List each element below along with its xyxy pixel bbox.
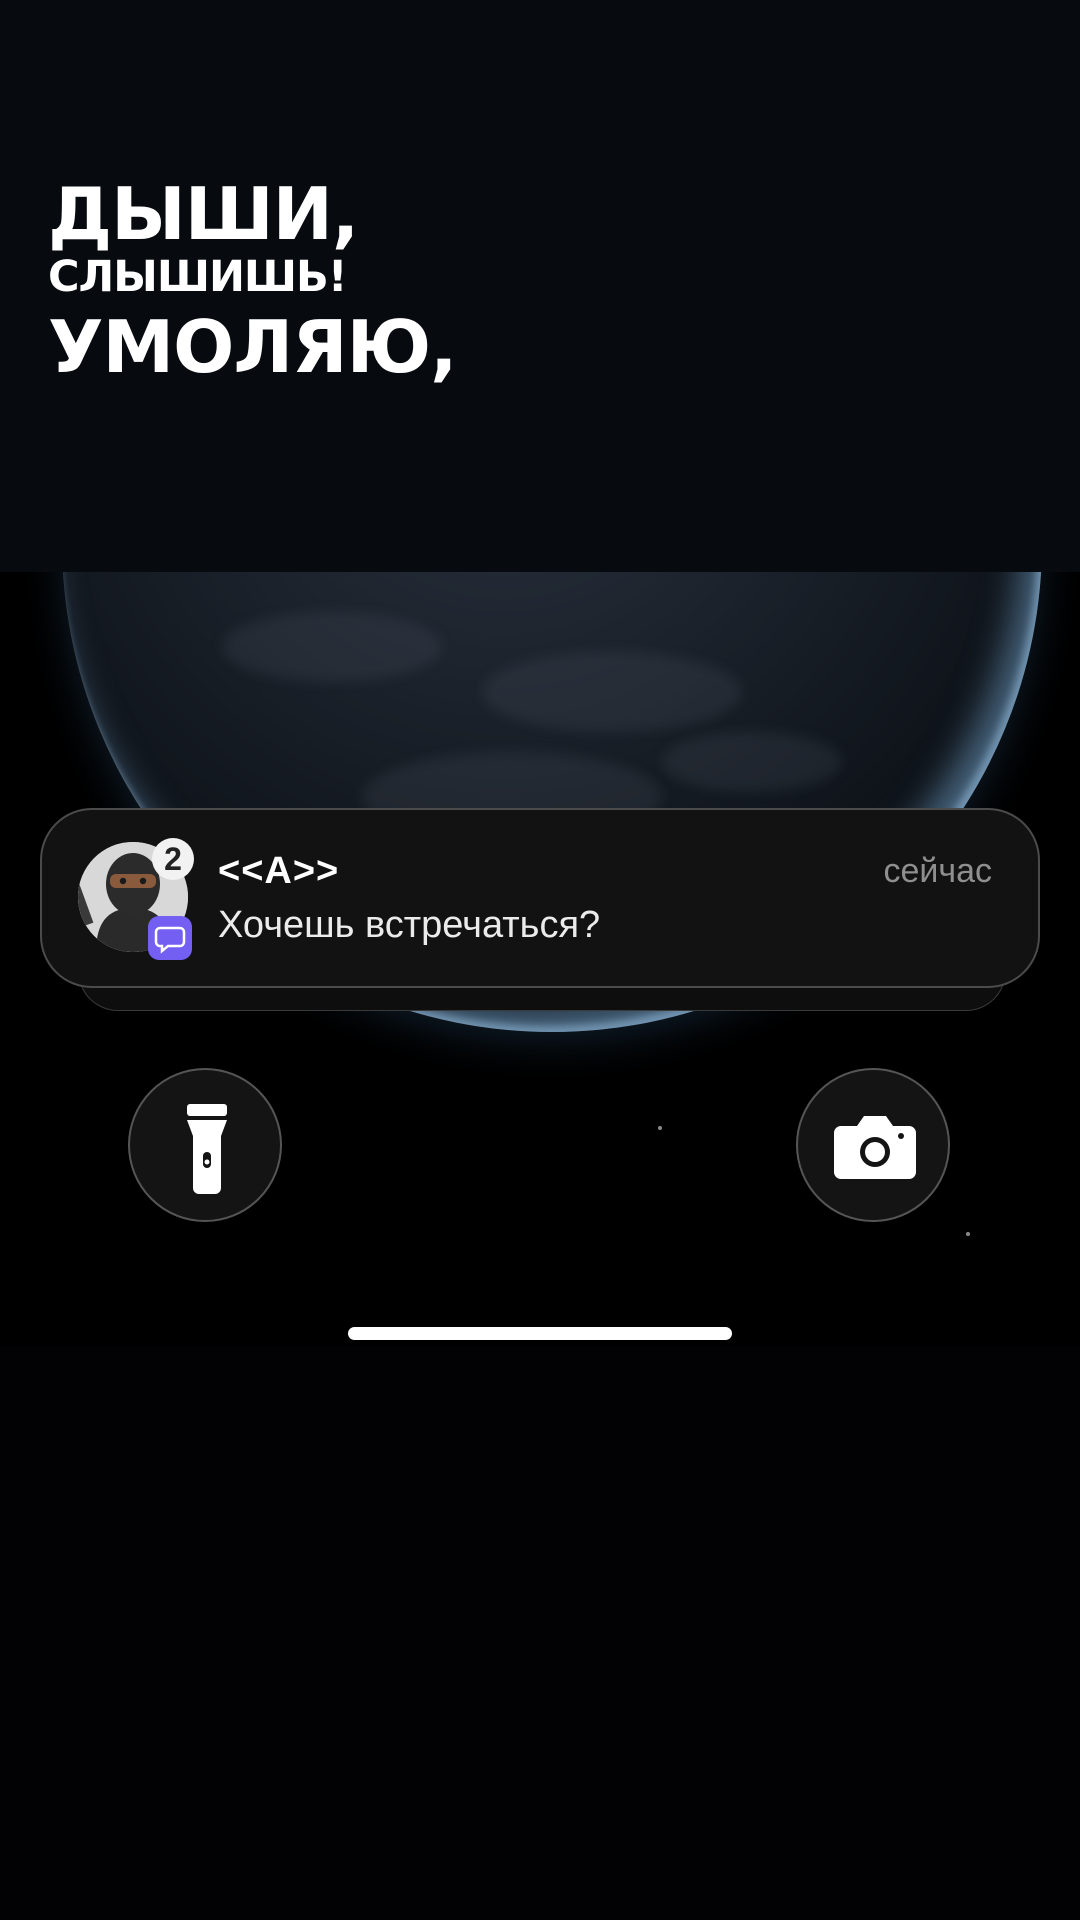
camera-icon bbox=[834, 1116, 916, 1179]
headline-line-3: УМОЛЯЮ, bbox=[48, 305, 457, 389]
bottom-blank-area bbox=[0, 1346, 1080, 1920]
notification-card[interactable]: 2 <<A>> сейчас Хочешь встречаться? bbox=[40, 808, 1040, 988]
flashlight-button[interactable] bbox=[128, 1068, 282, 1222]
notification-time: сейчас bbox=[883, 852, 992, 890]
home-indicator[interactable] bbox=[348, 1327, 732, 1340]
notification-message: Хочешь встречаться? bbox=[218, 904, 601, 946]
unread-count-badge: 2 bbox=[152, 838, 194, 880]
notification-sender: <<A>> bbox=[218, 850, 340, 892]
flashlight-icon bbox=[187, 1104, 227, 1194]
headline-text: ДЫШИ, СЛЫШИШЬ! УМОЛЯЮ, bbox=[48, 172, 457, 389]
caption-panel: ДЫШИ, СЛЫШИШЬ! УМОЛЯЮ, bbox=[0, 0, 1080, 572]
star bbox=[966, 1232, 970, 1236]
camera-button[interactable] bbox=[796, 1068, 950, 1222]
headline-line-1: ДЫШИ, bbox=[48, 172, 359, 256]
star bbox=[658, 1126, 662, 1130]
viber-app-icon bbox=[148, 916, 192, 960]
headline-line-2: СЛЫШИШЬ! bbox=[48, 252, 347, 302]
